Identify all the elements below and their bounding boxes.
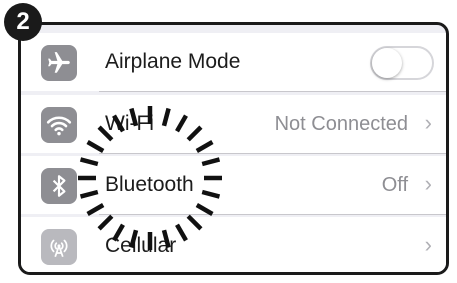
- wifi-status: Not Connected: [274, 113, 408, 135]
- wifi-icon: [41, 107, 77, 143]
- row-divider: [99, 214, 446, 215]
- toggle-knob: [372, 48, 402, 78]
- wifi-label: Wi-Fi: [105, 112, 154, 135]
- settings-row-bluetooth[interactable]: Bluetooth Off ›: [21, 156, 446, 214]
- cellular-label: Cellular: [105, 234, 177, 257]
- settings-row-wifi[interactable]: Wi-Fi Not Connected ›: [21, 95, 446, 153]
- row-divider: [99, 153, 446, 154]
- airplane-icon: [41, 45, 77, 81]
- bluetooth-label: Bluetooth: [105, 173, 194, 196]
- step-number-badge: 2: [4, 3, 42, 41]
- settings-panel: Airplane Mode Wi-Fi Not Connected › Blue…: [18, 22, 449, 275]
- cellular-icon: [41, 229, 77, 265]
- airplane-mode-toggle[interactable]: [370, 46, 434, 80]
- settings-row-cellular[interactable]: Cellular ›: [21, 217, 446, 272]
- bluetooth-status: Off: [381, 174, 408, 196]
- chevron-right-icon: ›: [424, 171, 432, 196]
- airplane-mode-label: Airplane Mode: [105, 50, 241, 73]
- bluetooth-icon: [41, 168, 77, 204]
- settings-row-airplane-mode[interactable]: Airplane Mode: [21, 33, 446, 91]
- chevron-right-icon: ›: [424, 110, 432, 135]
- chevron-right-icon: ›: [424, 232, 432, 257]
- row-divider: [99, 91, 446, 92]
